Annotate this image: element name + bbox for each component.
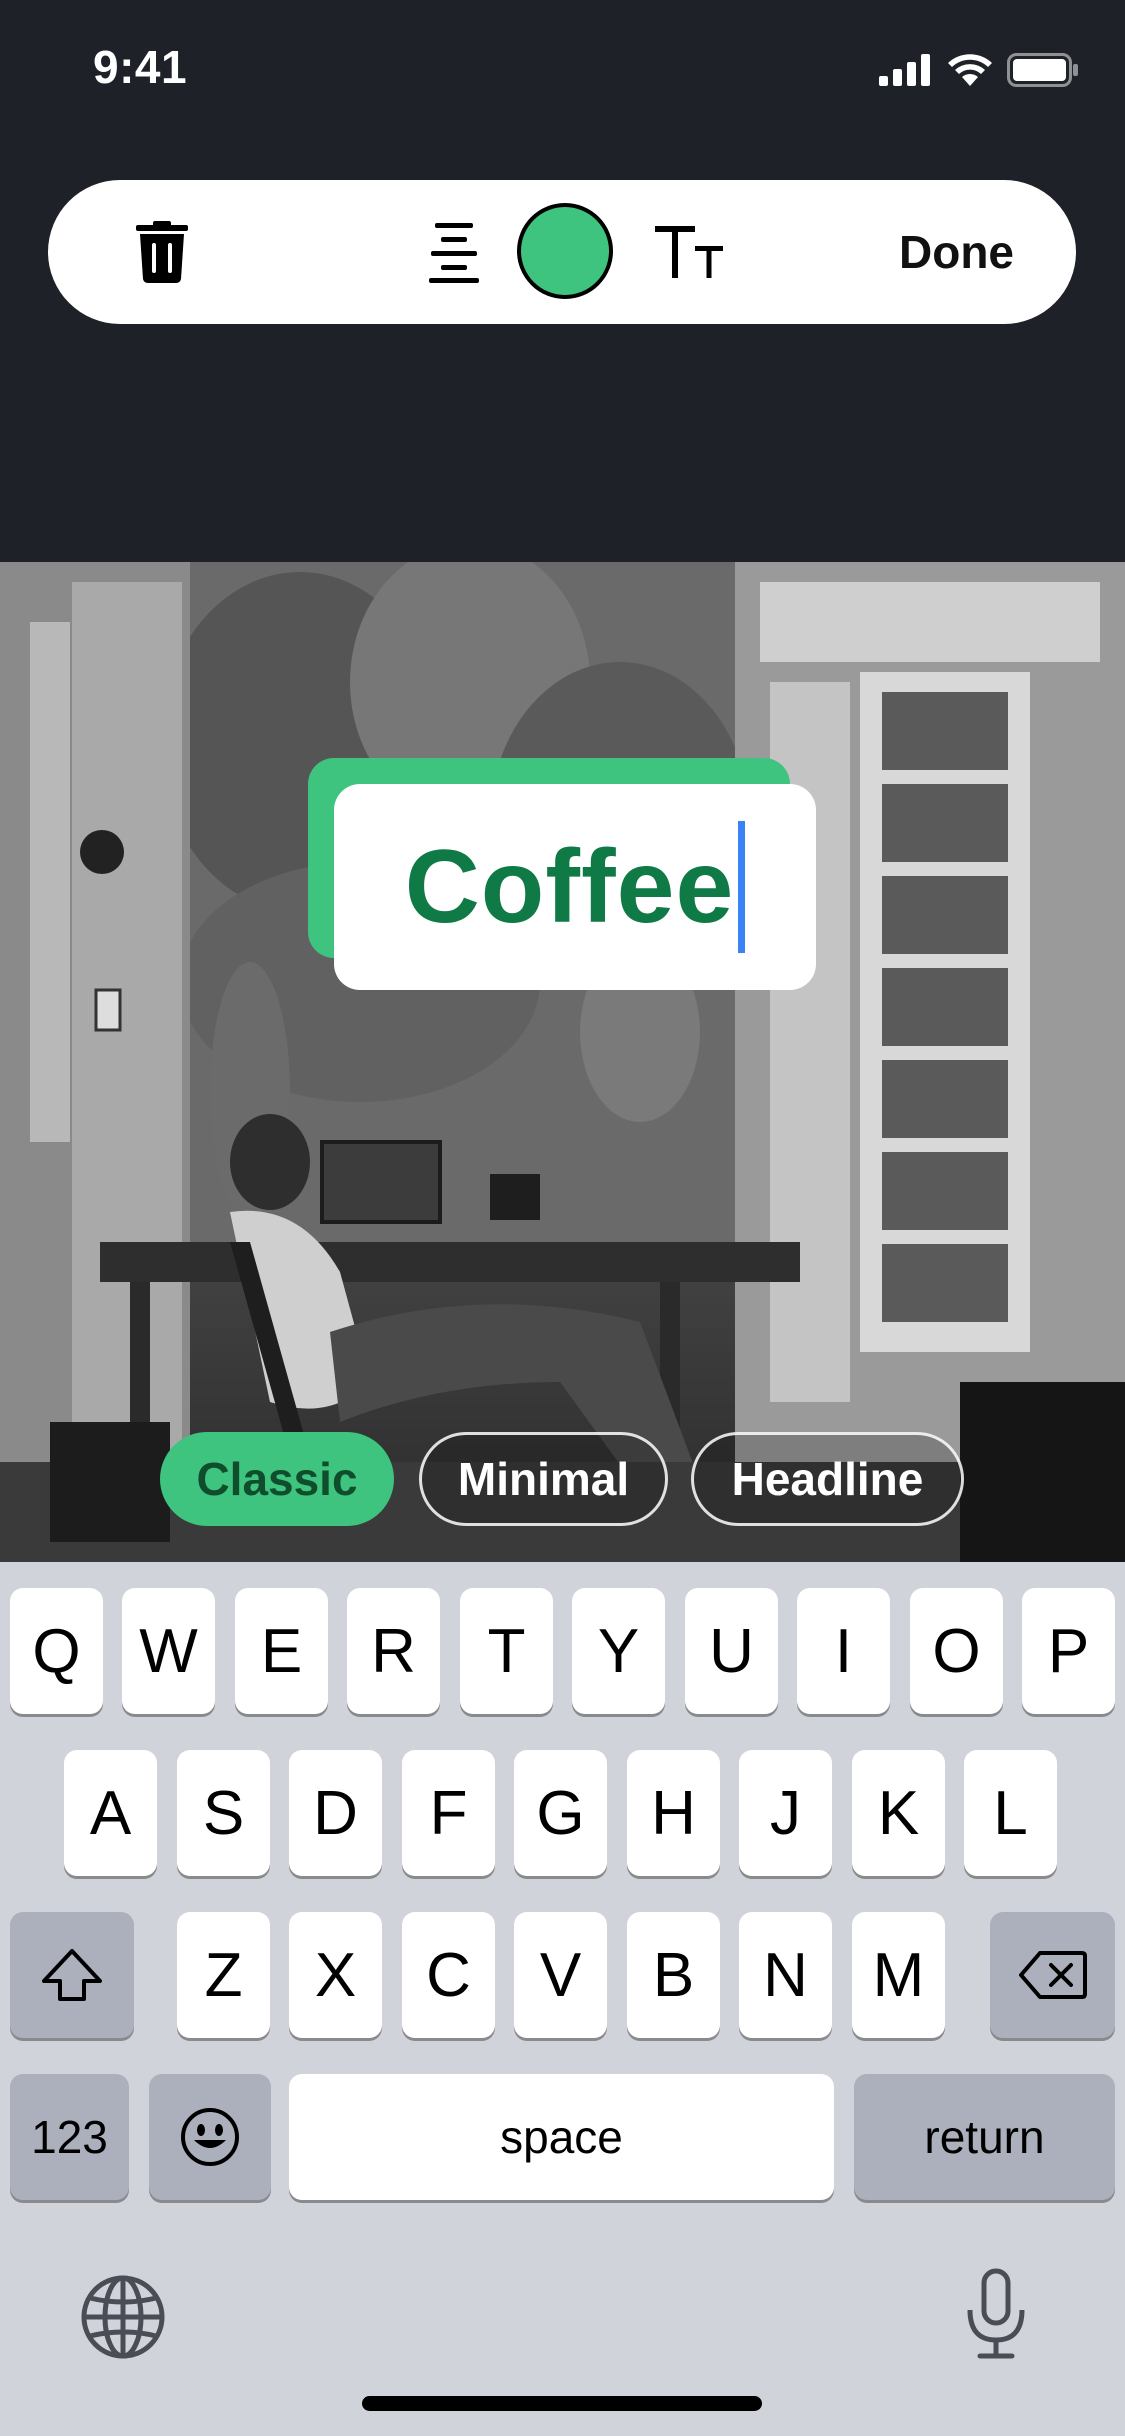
shift-key[interactable]: [10, 1912, 134, 2038]
text-size-button[interactable]: [644, 210, 734, 294]
cellular-signal-icon: [879, 54, 930, 86]
key-j[interactable]: J: [739, 1750, 832, 1876]
style-chip-minimal[interactable]: Minimal: [419, 1432, 668, 1526]
key-g[interactable]: G: [514, 1750, 607, 1876]
key-e[interactable]: E: [235, 1588, 328, 1714]
style-chip-headline[interactable]: Headline: [691, 1432, 964, 1526]
wifi-icon: [948, 54, 992, 86]
key-v[interactable]: V: [514, 1912, 607, 2038]
emoji-key[interactable]: [149, 2074, 271, 2200]
keyboard: Q W E R T Y U I O P A S D F G H J K L Z …: [0, 1562, 1125, 2436]
color-picker-button[interactable]: [514, 200, 616, 302]
done-button[interactable]: Done: [899, 180, 1014, 324]
space-key[interactable]: space: [289, 2074, 834, 2200]
status-icons: [879, 52, 1079, 88]
text-overlay-box[interactable]: Coffee: [334, 784, 816, 990]
key-a[interactable]: A: [64, 1750, 157, 1876]
key-w[interactable]: W: [122, 1588, 215, 1714]
key-k[interactable]: K: [852, 1750, 945, 1876]
key-b[interactable]: B: [627, 1912, 720, 2038]
text-align-icon: [429, 223, 479, 283]
numbers-key[interactable]: 123: [10, 2074, 129, 2200]
text-align-button[interactable]: [414, 212, 494, 292]
key-c[interactable]: C: [402, 1912, 495, 2038]
microphone-icon: [967, 2268, 1025, 2359]
status-time: 9:41: [93, 41, 188, 93]
key-q[interactable]: Q: [10, 1588, 103, 1714]
key-u[interactable]: U: [685, 1588, 778, 1714]
style-chip-classic[interactable]: Classic: [160, 1432, 394, 1526]
delete-button[interactable]: [122, 212, 202, 292]
background-photo: [0, 562, 1125, 1562]
key-s[interactable]: S: [177, 1750, 270, 1876]
text-size-icon: [655, 226, 723, 278]
shift-icon: [42, 1949, 102, 2001]
key-o[interactable]: O: [910, 1588, 1003, 1714]
key-i[interactable]: I: [797, 1588, 890, 1714]
key-h[interactable]: H: [627, 1750, 720, 1876]
key-x[interactable]: X: [289, 1912, 382, 2038]
key-y[interactable]: Y: [572, 1588, 665, 1714]
key-r[interactable]: R: [347, 1588, 440, 1714]
photo-scene: [0, 562, 1125, 1562]
globe-icon: [81, 2275, 165, 2359]
globe-button[interactable]: [80, 2274, 166, 2365]
home-indicator: [362, 2396, 762, 2411]
key-l[interactable]: L: [964, 1750, 1057, 1876]
color-swatch: [517, 203, 613, 299]
delete-icon: [1018, 1951, 1087, 1999]
battery-icon: [1007, 53, 1078, 87]
trash-icon: [136, 221, 188, 283]
delete-key[interactable]: [990, 1912, 1115, 2038]
emoji-icon: [181, 2108, 239, 2166]
key-z[interactable]: Z: [177, 1912, 270, 2038]
text-overlay-value[interactable]: Coffee: [405, 828, 735, 947]
editor-toolbar: Done: [48, 180, 1076, 324]
key-t[interactable]: T: [460, 1588, 553, 1714]
key-p[interactable]: P: [1022, 1588, 1115, 1714]
return-key[interactable]: return: [854, 2074, 1115, 2200]
key-n[interactable]: N: [739, 1912, 832, 2038]
key-d[interactable]: D: [289, 1750, 382, 1876]
dictation-button[interactable]: [964, 2268, 1028, 2365]
key-m[interactable]: M: [852, 1912, 945, 2038]
key-f[interactable]: F: [402, 1750, 495, 1876]
text-cursor: [738, 821, 746, 953]
